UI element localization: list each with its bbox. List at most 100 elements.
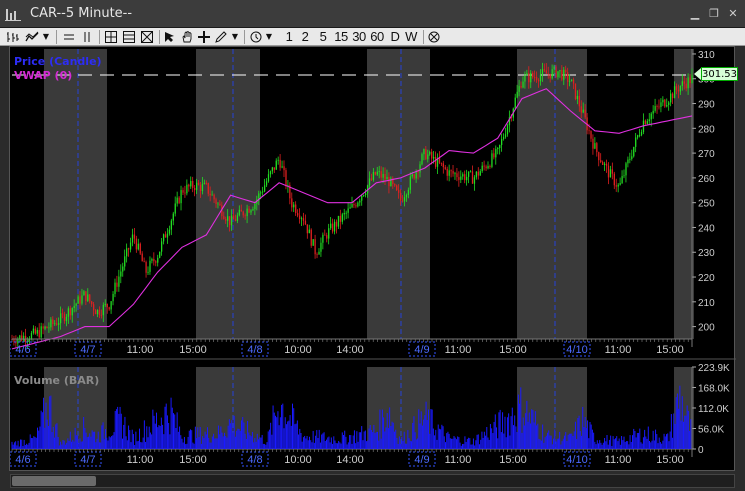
candle-up bbox=[227, 216, 229, 221]
interval-30[interactable]: 30 bbox=[351, 29, 367, 45]
interval-2[interactable]: 2 bbox=[299, 29, 311, 45]
candle-down bbox=[413, 174, 415, 179]
candle-up bbox=[621, 176, 623, 184]
candle-down bbox=[664, 99, 666, 107]
pencil-icon[interactable] bbox=[214, 29, 228, 45]
minimize-button[interactable]: ▁ bbox=[688, 8, 702, 20]
volume-axis-label: 223.9K bbox=[698, 363, 730, 374]
candle-down bbox=[335, 221, 338, 227]
candle-down bbox=[442, 163, 445, 168]
candle-up bbox=[553, 66, 555, 70]
candle-down bbox=[52, 319, 54, 324]
candle-down bbox=[98, 309, 101, 316]
candle-up bbox=[419, 164, 421, 173]
horizontal-scrollbar[interactable] bbox=[0, 471, 745, 491]
interval-5[interactable]: 5 bbox=[317, 29, 329, 45]
dropdown-icon[interactable]: ▼ bbox=[41, 29, 51, 45]
candle-up bbox=[102, 304, 105, 316]
candle-up bbox=[137, 243, 139, 250]
chart-area[interactable]: 3103002902802702602502402302202102004/64… bbox=[9, 46, 738, 472]
candle-down bbox=[141, 253, 143, 262]
candle-down bbox=[184, 192, 186, 194]
candle-up bbox=[473, 177, 476, 184]
scrollbar-track[interactable] bbox=[10, 474, 735, 488]
candle-down bbox=[384, 173, 386, 180]
window-layout-3-icon[interactable] bbox=[140, 29, 154, 45]
volume-time-axis-label: 4/8 bbox=[247, 454, 262, 466]
candle-down bbox=[656, 106, 658, 107]
toolbar-separator bbox=[244, 30, 245, 44]
restore-button[interactable]: ❐ bbox=[707, 8, 721, 20]
window-layout-2-icon[interactable] bbox=[122, 29, 136, 45]
bar-chart-icon[interactable] bbox=[4, 29, 20, 45]
candle-down bbox=[547, 73, 549, 75]
candle-up bbox=[337, 215, 340, 227]
pointer-arrow-icon[interactable] bbox=[163, 29, 177, 45]
candle-down bbox=[396, 185, 398, 191]
candle-down bbox=[590, 130, 592, 139]
interval-1[interactable]: 1 bbox=[283, 29, 295, 45]
volume-session-band bbox=[517, 367, 587, 449]
candle-down bbox=[464, 174, 466, 181]
hand-pan-icon[interactable] bbox=[180, 29, 194, 45]
scrollbar-thumb[interactable] bbox=[12, 476, 96, 486]
time-axis-label: 11:00 bbox=[127, 344, 154, 356]
vline-icon[interactable] bbox=[80, 29, 94, 45]
candle-down bbox=[38, 330, 40, 338]
dropdown-icon[interactable]: ▼ bbox=[264, 29, 274, 45]
price-axis-label: 250 bbox=[698, 199, 715, 210]
session-band bbox=[44, 49, 107, 339]
candle-up bbox=[190, 180, 192, 187]
dropdown-icon[interactable]: ▼ bbox=[230, 29, 240, 45]
price-axis-label: 270 bbox=[698, 149, 715, 160]
candle-up bbox=[691, 75, 693, 84]
window-layout-1-icon[interactable] bbox=[104, 29, 118, 45]
toolbar-separator bbox=[159, 30, 160, 44]
candle-up bbox=[415, 171, 417, 179]
candle-up bbox=[114, 282, 116, 294]
clock-icon[interactable] bbox=[249, 29, 263, 45]
candle-down bbox=[689, 77, 691, 84]
candle-down bbox=[450, 170, 452, 172]
candle-up bbox=[30, 332, 33, 340]
candle-up bbox=[495, 149, 497, 158]
interval-weekly[interactable]: W bbox=[404, 29, 418, 45]
interval-60[interactable]: 60 bbox=[369, 29, 385, 45]
time-axis-label: 15:00 bbox=[499, 344, 527, 356]
candle-up bbox=[112, 293, 114, 302]
interval-15[interactable]: 15 bbox=[333, 29, 349, 45]
candle-down bbox=[63, 314, 66, 322]
line-chart-icon[interactable] bbox=[24, 29, 40, 45]
candle-down bbox=[431, 151, 433, 159]
candle-up bbox=[479, 171, 481, 176]
candle-down bbox=[133, 234, 136, 239]
candle-up bbox=[640, 131, 643, 136]
hline-icon[interactable] bbox=[62, 29, 76, 45]
no-symbol-icon[interactable] bbox=[427, 29, 441, 45]
candle-up bbox=[359, 200, 361, 203]
candle-down bbox=[331, 223, 334, 232]
candle-up bbox=[341, 214, 343, 222]
price-volume-chart[interactable]: 3103002902802702602502402302202102004/64… bbox=[10, 47, 736, 472]
volume-time-axis-label: 4/6 bbox=[15, 454, 30, 466]
candle-up bbox=[637, 135, 639, 138]
candle-down bbox=[197, 182, 200, 185]
interval-daily[interactable]: D bbox=[388, 29, 402, 45]
close-button[interactable]: ✕ bbox=[726, 8, 740, 20]
volume-axis-label: 112.0K bbox=[698, 404, 729, 415]
candle-down bbox=[240, 209, 242, 212]
candle-down bbox=[543, 69, 546, 71]
candle-down bbox=[561, 70, 563, 80]
candle-down bbox=[291, 198, 293, 208]
candle-down bbox=[182, 190, 184, 193]
candle-down bbox=[324, 234, 326, 236]
candle-up bbox=[638, 135, 641, 136]
candle-up bbox=[409, 176, 411, 190]
candle-down bbox=[483, 165, 485, 167]
candle-up bbox=[405, 195, 408, 198]
candle-up bbox=[361, 195, 363, 201]
crosshair-icon[interactable] bbox=[197, 29, 211, 45]
candle-up bbox=[673, 86, 676, 99]
candle-up bbox=[180, 190, 182, 204]
candle-up bbox=[631, 156, 633, 159]
